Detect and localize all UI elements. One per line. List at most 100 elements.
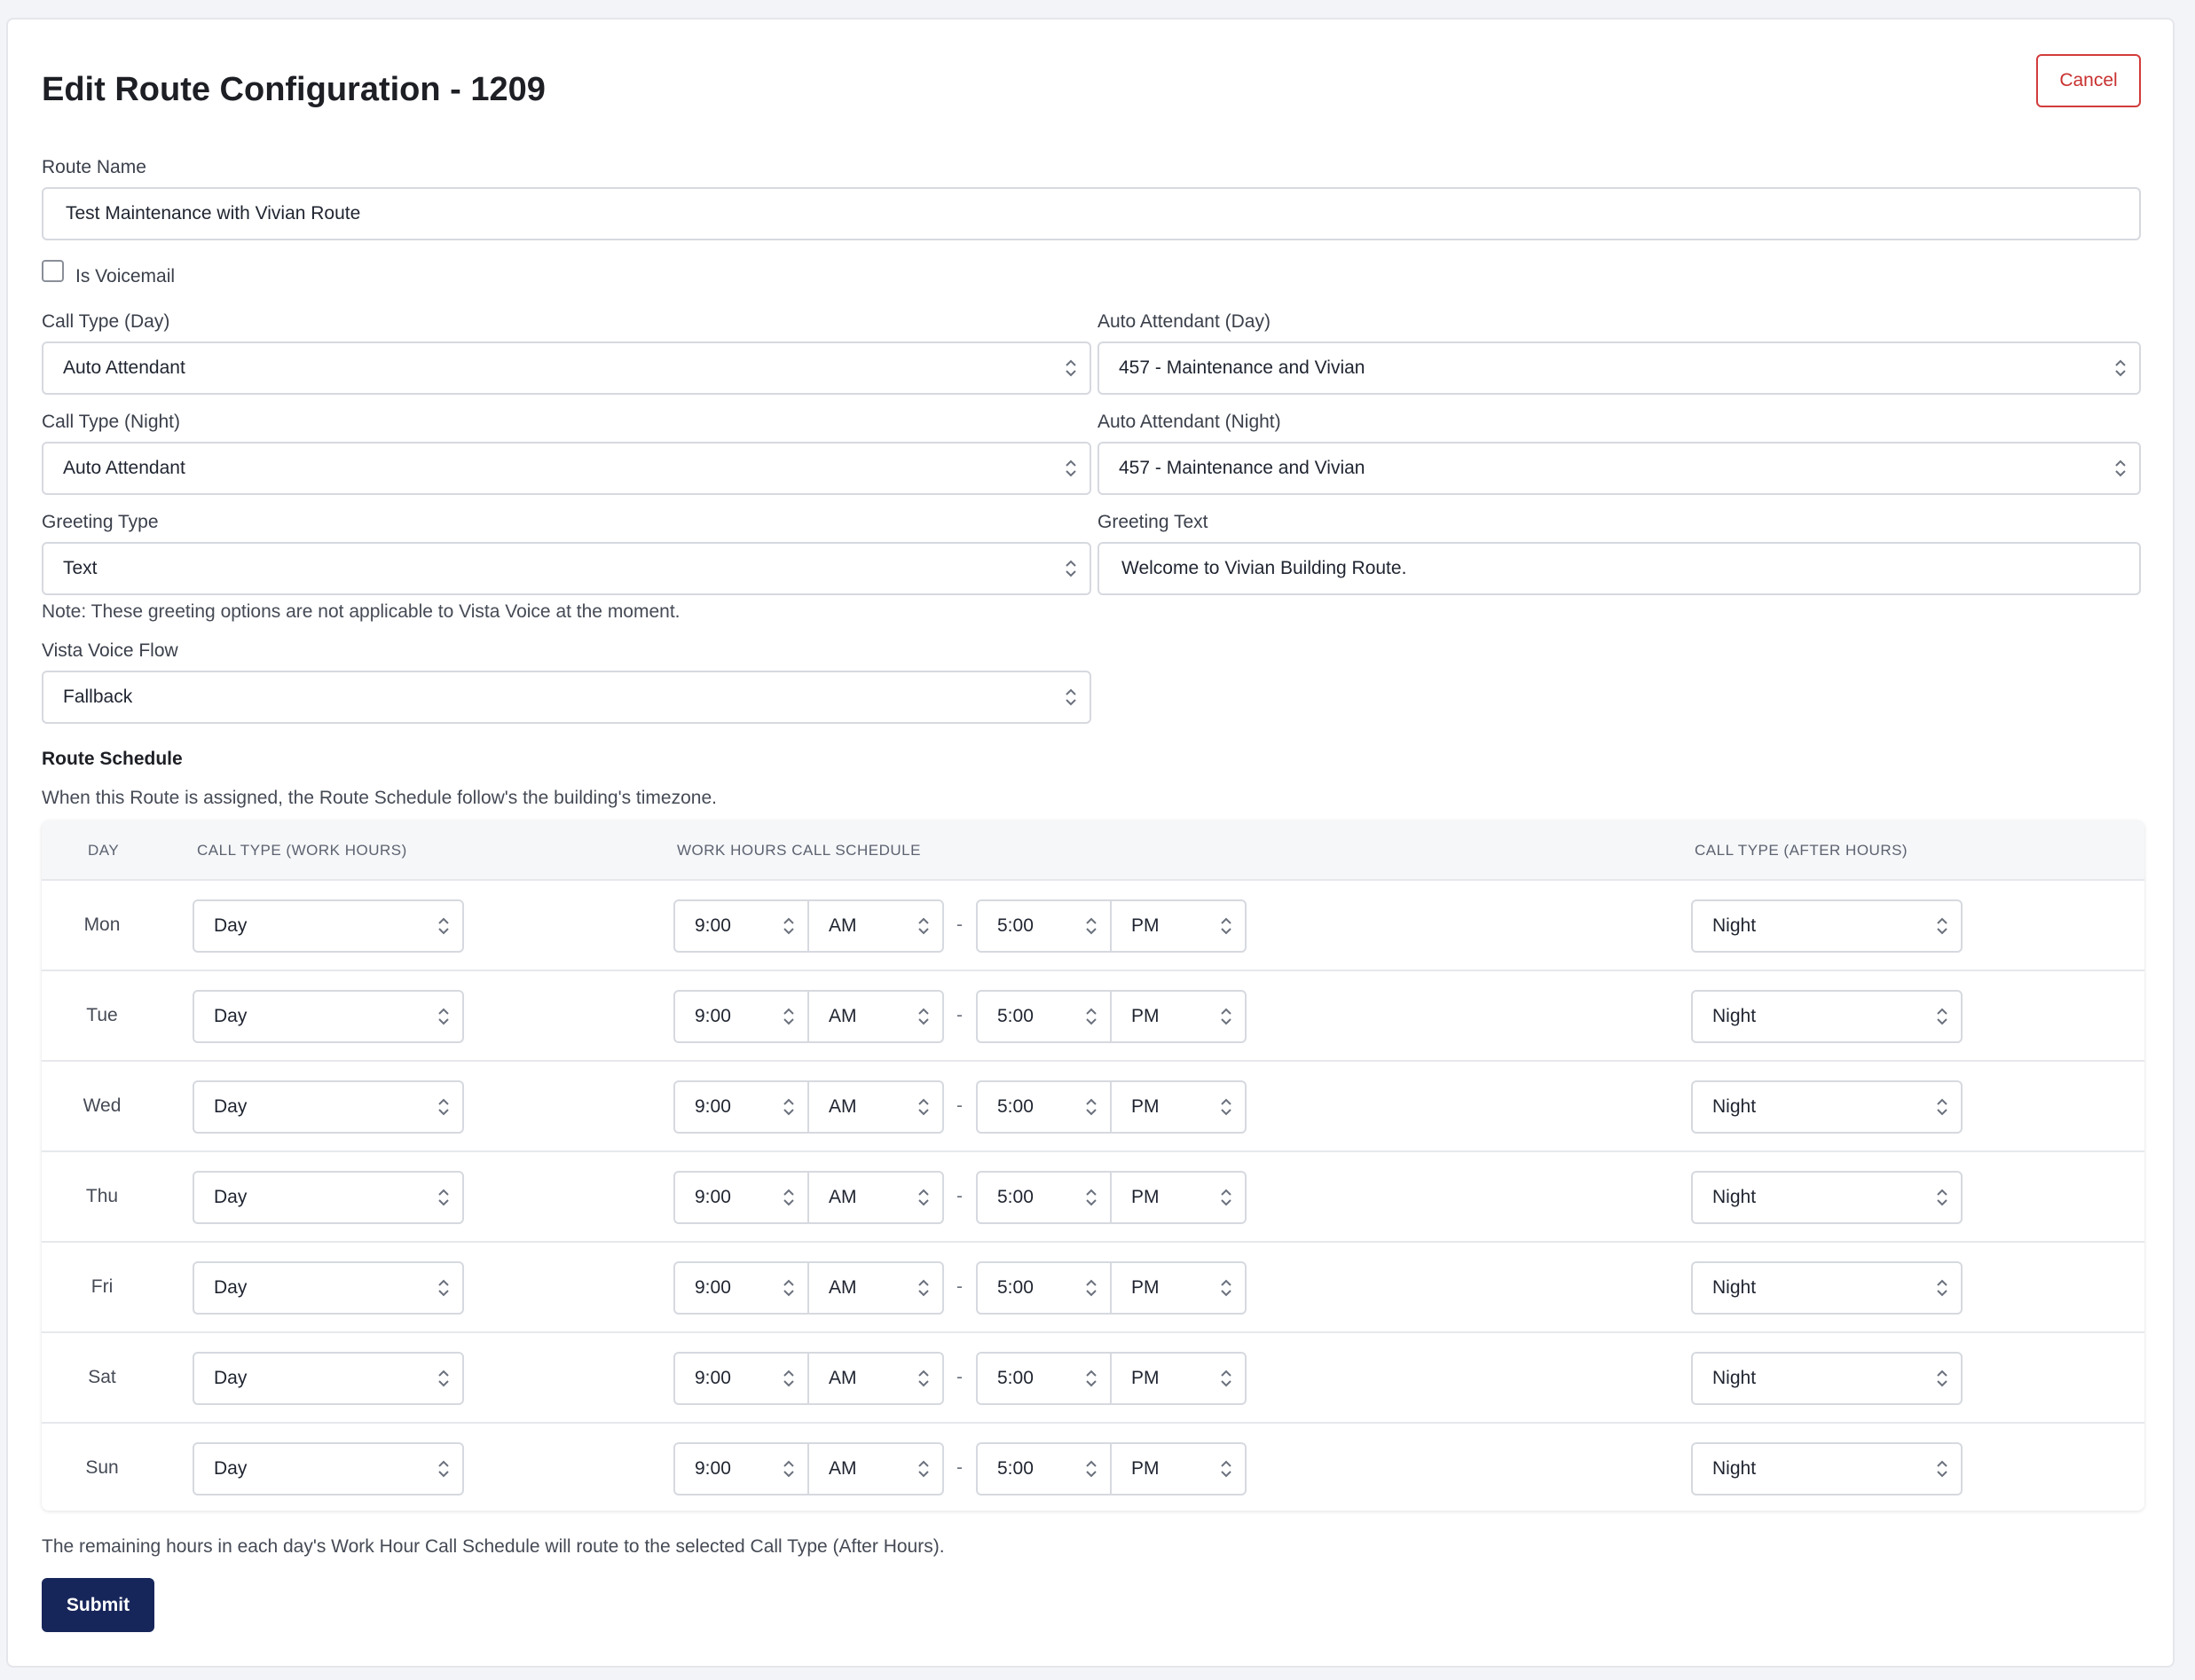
cancel-button[interactable]: Cancel xyxy=(2036,54,2141,107)
start-ampm-select[interactable]: AM xyxy=(807,1352,944,1405)
work-call-type-value: Day xyxy=(214,1277,248,1298)
work-call-type-select[interactable]: Day xyxy=(193,1171,464,1224)
day-label: Sat xyxy=(88,1367,116,1387)
call-type-night-value: Auto Attendant xyxy=(63,458,185,478)
chevron-up-down-icon xyxy=(1221,917,1231,935)
start-time-select[interactable]: 9:00 xyxy=(673,1080,809,1134)
end-time-select[interactable]: 5:00 xyxy=(976,1261,1112,1315)
greeting-text-input[interactable]: Welcome to Vivian Building Route. xyxy=(1098,542,2141,595)
chevron-up-down-icon xyxy=(783,1008,794,1025)
chevron-up-down-icon xyxy=(783,917,794,935)
after-hours-call-type-value: Night xyxy=(1712,1096,1757,1117)
start-ampm-select[interactable]: AM xyxy=(807,899,944,953)
call-type-night-select[interactable]: Auto Attendant xyxy=(42,442,1091,495)
after-hours-call-type-select[interactable]: Night xyxy=(1691,1352,1963,1405)
time-range-separator: - xyxy=(956,1005,963,1025)
route-name-input[interactable]: Test Maintenance with Vivian Route xyxy=(42,187,2141,240)
end-ampm-select[interactable]: PM xyxy=(1110,990,1247,1043)
chevron-up-down-icon xyxy=(438,1279,449,1297)
time-range-separator: - xyxy=(956,1276,963,1297)
end-time-value: 5:00 xyxy=(997,1006,1034,1026)
end-ampm-select[interactable]: PM xyxy=(1110,899,1247,953)
start-ampm-value: AM xyxy=(829,1096,857,1117)
route-schedule-description: When this Route is assigned, the Route S… xyxy=(42,788,717,808)
end-ampm-select[interactable]: PM xyxy=(1110,1442,1247,1496)
end-ampm-value: PM xyxy=(1131,1006,1160,1026)
end-time-select[interactable]: 5:00 xyxy=(976,990,1112,1043)
call-type-day-select[interactable]: Auto Attendant xyxy=(42,341,1091,395)
work-call-type-select[interactable]: Day xyxy=(193,1080,464,1134)
work-call-type-select[interactable]: Day xyxy=(193,1352,464,1405)
end-time-select[interactable]: 5:00 xyxy=(976,1080,1112,1134)
day-label: Sun xyxy=(85,1457,119,1478)
start-time-select[interactable]: 9:00 xyxy=(673,1442,809,1496)
end-ampm-select[interactable]: PM xyxy=(1110,1171,1247,1224)
start-time-select[interactable]: 9:00 xyxy=(673,1352,809,1405)
chevron-up-down-icon xyxy=(1937,1008,1947,1025)
chevron-up-down-icon xyxy=(783,1370,794,1387)
route-config-card: Edit Route Configuration - 1209 Cancel R… xyxy=(6,18,2175,1668)
after-hours-call-type-value: Night xyxy=(1712,1368,1757,1388)
start-ampm-value: AM xyxy=(829,1187,857,1207)
auto-attendant-day-select[interactable]: 457 - Maintenance and Vivian xyxy=(1098,341,2141,395)
work-call-type-value: Day xyxy=(214,1368,248,1388)
chevron-up-down-icon xyxy=(1221,1279,1231,1297)
vista-voice-flow-select[interactable]: Fallback xyxy=(42,671,1091,724)
end-ampm-value: PM xyxy=(1131,1096,1160,1117)
after-hours-call-type-select[interactable]: Night xyxy=(1691,899,1963,953)
chevron-up-down-icon xyxy=(783,1189,794,1206)
chevron-up-down-icon xyxy=(918,1279,929,1297)
start-ampm-select[interactable]: AM xyxy=(807,990,944,1043)
chevron-up-down-icon xyxy=(2115,359,2126,377)
start-time-select[interactable]: 9:00 xyxy=(673,990,809,1043)
end-ampm-value: PM xyxy=(1131,1277,1160,1298)
after-hours-call-type-select[interactable]: Night xyxy=(1691,1080,1963,1134)
after-hours-call-type-select[interactable]: Night xyxy=(1691,1442,1963,1496)
after-hours-call-type-select[interactable]: Night xyxy=(1691,1261,1963,1315)
after-hours-call-type-value: Night xyxy=(1712,1458,1757,1479)
end-time-select[interactable]: 5:00 xyxy=(976,1442,1112,1496)
chevron-up-down-icon xyxy=(438,1189,449,1206)
start-time-select[interactable]: 9:00 xyxy=(673,899,809,953)
after-hours-call-type-select[interactable]: Night xyxy=(1691,1171,1963,1224)
chevron-up-down-icon xyxy=(1066,688,1076,706)
submit-button[interactable]: Submit xyxy=(42,1578,154,1632)
start-ampm-select[interactable]: AM xyxy=(807,1171,944,1224)
work-call-type-select[interactable]: Day xyxy=(193,1442,464,1496)
auto-attendant-night-value: 457 - Maintenance and Vivian xyxy=(1119,458,1365,478)
start-ampm-select[interactable]: AM xyxy=(807,1261,944,1315)
work-call-type-select[interactable]: Day xyxy=(193,1261,464,1315)
start-ampm-select[interactable]: AM xyxy=(807,1080,944,1134)
table-row: Wed Day 9:00 AM - 5:00 PM Night xyxy=(42,1060,2144,1150)
time-range-separator: - xyxy=(956,1457,963,1478)
greeting-type-select[interactable]: Text xyxy=(42,542,1091,595)
time-range-separator: - xyxy=(956,1095,963,1116)
chevron-up-down-icon xyxy=(1086,1008,1097,1025)
chevron-up-down-icon xyxy=(1086,917,1097,935)
start-time-select[interactable]: 9:00 xyxy=(673,1261,809,1315)
chevron-up-down-icon xyxy=(1937,1460,1947,1478)
work-call-type-value: Day xyxy=(214,915,248,936)
chevron-up-down-icon xyxy=(783,1098,794,1116)
is-voicemail-checkbox[interactable] xyxy=(42,260,64,282)
end-ampm-value: PM xyxy=(1131,1368,1160,1388)
start-time-select[interactable]: 9:00 xyxy=(673,1171,809,1224)
auto-attendant-night-select[interactable]: 457 - Maintenance and Vivian xyxy=(1098,442,2141,495)
time-range-separator: - xyxy=(956,1367,963,1387)
table-row: Fri Day 9:00 AM - 5:00 PM Night xyxy=(42,1241,2144,1331)
end-ampm-select[interactable]: PM xyxy=(1110,1352,1247,1405)
start-ampm-select[interactable]: AM xyxy=(807,1442,944,1496)
end-time-select[interactable]: 5:00 xyxy=(976,1352,1112,1405)
work-call-type-select[interactable]: Day xyxy=(193,899,464,953)
schedule-table-header: DAY CALL TYPE (WORK HOURS) WORK HOURS CA… xyxy=(42,820,2144,879)
end-time-select[interactable]: 5:00 xyxy=(976,1171,1112,1224)
schedule-table: DAY CALL TYPE (WORK HOURS) WORK HOURS CA… xyxy=(42,820,2144,1511)
work-call-type-select[interactable]: Day xyxy=(193,990,464,1043)
start-ampm-value: AM xyxy=(829,1277,857,1298)
end-ampm-select[interactable]: PM xyxy=(1110,1080,1247,1134)
chevron-up-down-icon xyxy=(2115,459,2126,477)
end-ampm-select[interactable]: PM xyxy=(1110,1261,1247,1315)
after-hours-call-type-select[interactable]: Night xyxy=(1691,990,1963,1043)
end-time-select[interactable]: 5:00 xyxy=(976,899,1112,953)
chevron-up-down-icon xyxy=(1221,1098,1231,1116)
